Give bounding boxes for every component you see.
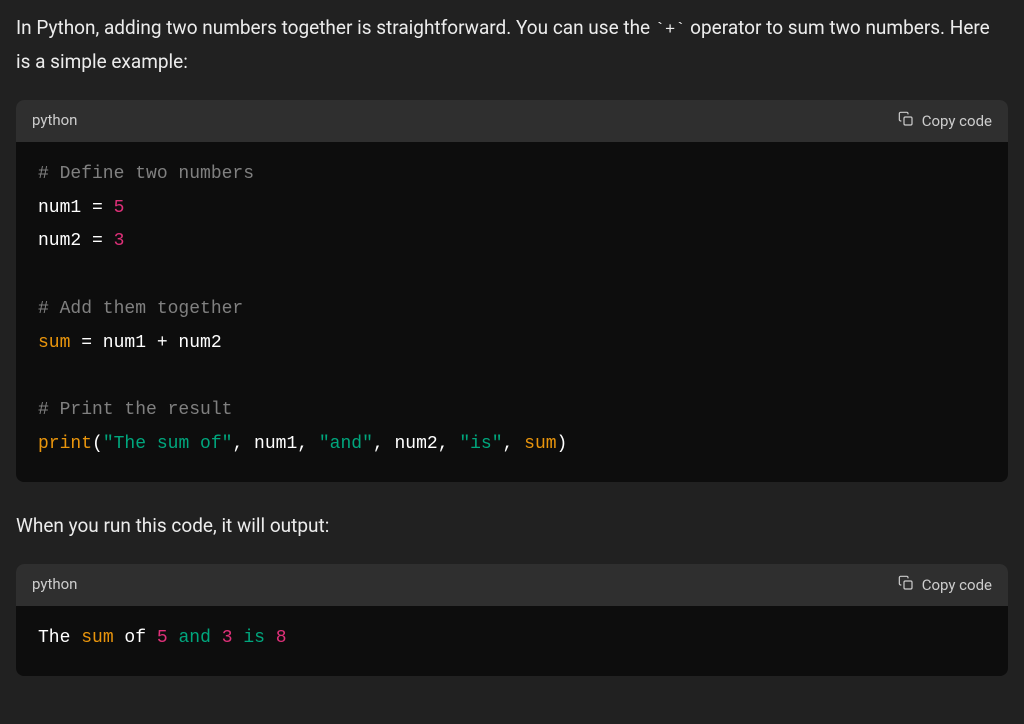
code-comment: # Add them together (38, 299, 243, 319)
code-string: "The sum of" (103, 434, 233, 454)
code-builtin: print (38, 434, 92, 454)
copy-code-button[interactable]: Copy code (898, 575, 992, 595)
copy-code-button[interactable]: Copy code (898, 111, 992, 131)
outro-paragraph: When you run this code, it will output: (16, 510, 1008, 542)
copy-code-label: Copy code (922, 576, 992, 594)
code-number: 3 (114, 231, 125, 251)
code-builtin: sum (81, 628, 113, 648)
code-text (233, 628, 244, 648)
code-text: ) (557, 434, 568, 454)
inline-code-plus: `+` (655, 21, 686, 40)
code-block-output: python Copy code The sum of 5 and 3 is 8 (16, 564, 1008, 675)
code-number: 3 (222, 628, 233, 648)
code-keyword: is (243, 628, 265, 648)
code-comment: # Define two numbers (38, 164, 254, 184)
code-text: of (114, 628, 157, 648)
code-text (168, 628, 179, 648)
code-header: python Copy code (16, 564, 1008, 606)
code-language-label: python (32, 572, 77, 598)
intro-paragraph: In Python, adding two numbers together i… (16, 12, 1008, 78)
code-builtin: sum (38, 333, 70, 353)
code-string: "is" (459, 434, 502, 454)
code-text (265, 628, 276, 648)
code-text: The (38, 628, 81, 648)
code-text: num1 = (38, 198, 114, 218)
copy-code-label: Copy code (922, 112, 992, 130)
code-content[interactable]: The sum of 5 and 3 is 8 (16, 606, 1008, 676)
code-content[interactable]: # Define two numbers num1 = 5 num2 = 3 #… (16, 142, 1008, 482)
intro-text-part1: In Python, adding two numbers together i… (16, 16, 655, 39)
code-number: 5 (157, 628, 168, 648)
code-number: 5 (114, 198, 125, 218)
code-language-label: python (32, 108, 77, 134)
code-block-example: python Copy code # Define two numbers nu… (16, 100, 1008, 482)
code-number: 8 (276, 628, 287, 648)
copy-icon (898, 111, 914, 131)
code-comment: # Print the result (38, 400, 232, 420)
code-text: num2 = (38, 231, 114, 251)
code-header: python Copy code (16, 100, 1008, 142)
code-text: = num1 + num2 (70, 333, 221, 353)
code-keyword: and (178, 628, 210, 648)
code-text (211, 628, 222, 648)
copy-icon (898, 575, 914, 595)
code-builtin: sum (524, 434, 556, 454)
code-text: ( (92, 434, 103, 454)
code-string: "and" (319, 434, 373, 454)
code-text: , (503, 434, 525, 454)
code-text: , num2, (373, 434, 459, 454)
code-text: , num1, (232, 434, 318, 454)
